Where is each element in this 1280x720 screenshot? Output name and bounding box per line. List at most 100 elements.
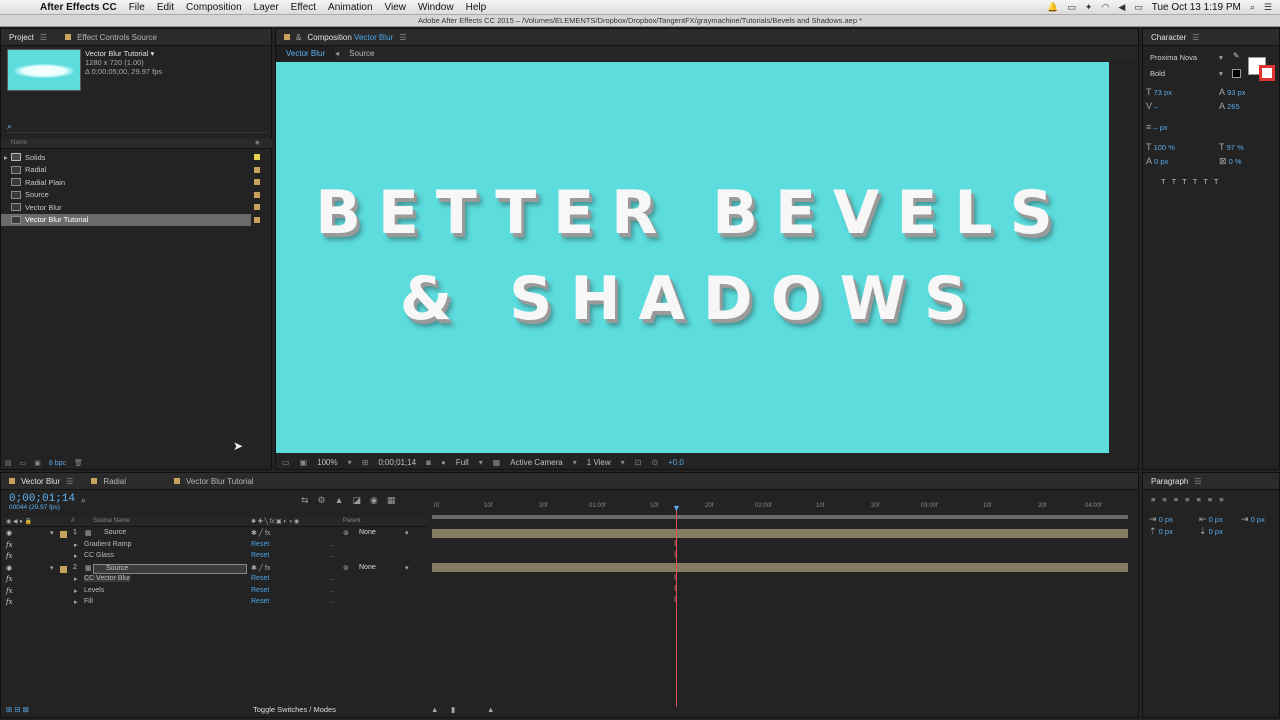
layer-name[interactable]: Source [104,529,126,536]
label-swatch[interactable] [254,166,260,173]
effect-options[interactable]: ... [329,541,335,548]
expand-triangle-icon[interactable]: ▾ [50,564,54,572]
fx-icon[interactable]: fx [6,541,13,549]
expand-triangle-icon[interactable]: ▸ [74,587,78,595]
effect-row-levels[interactable]: fx ▸ Levels Reset ... [1,587,429,599]
lock-icon[interactable]: & [296,33,301,42]
layer-switches[interactable]: ✱ ╱ fx [251,529,270,537]
layer-row-2[interactable]: ◉ ▾ 2 ▦ Source ✱ ╱ fx ⊚ None ▾ [1,563,429,576]
effect-name[interactable]: Levels [84,587,104,594]
col-parent[interactable]: Parent [343,518,361,524]
layer-switches[interactable]: ✱ ╱ fx [251,564,270,572]
crumb-vector-blur[interactable]: Vector Blur [276,46,336,60]
label-swatch[interactable] [254,216,260,223]
resolution-select[interactable]: Full [456,458,469,467]
fx-icon[interactable]: fx [6,552,13,560]
new-comp-icon[interactable]: ▣ [34,459,41,467]
tab-timeline-vector-blur-tutorial[interactable]: Vector Blur Tutorial [166,473,264,489]
layer-row-1[interactable]: ◉ ▾ 1 ▦ Source ✱ ╱ fx ⊚ None ▾ [1,529,429,541]
zoom-in-icon[interactable]: ▲ [487,705,494,714]
space-before-value[interactable]: 0 px [1159,527,1173,536]
tsume-value[interactable]: 0 % [1229,157,1242,166]
reset-link[interactable]: Reset [251,598,269,605]
chevron-down-icon[interactable]: ▾ [405,529,409,537]
trash-icon[interactable]: 🗑 [74,459,83,467]
stroke-width-value[interactable]: – px [1153,123,1167,132]
effect-options[interactable]: ... [329,552,335,559]
volume-icon[interactable]: ◀ [1118,2,1125,13]
effect-row-cc-vector-blur[interactable]: fx ▸ CC Vector Blur Reset ... [1,575,429,587]
label-swatch[interactable] [254,154,260,161]
project-item-radial-plain[interactable]: Radial Plain [1,176,260,189]
pickwhip-icon[interactable]: ⊚ [343,564,349,572]
battery-icon[interactable]: ▭ [1134,2,1143,13]
menu-file[interactable]: File [123,2,151,13]
chevron-down-icon[interactable]: ▾ [479,458,483,467]
project-search-input[interactable]: ⌕ [7,121,269,133]
expand-panes-icons[interactable]: ⊞ ⊟ ⊠ [6,705,29,714]
search-icon[interactable]: ⌕ [81,495,86,506]
effect-options[interactable]: ... [329,575,335,582]
tab-composition[interactable]: & Composition Vector Blur ☰ [276,29,416,45]
region-icon[interactable]: ▣ [300,458,308,467]
effect-row-cc-glass[interactable]: fx ▸ CC Glass Reset ... [1,552,429,564]
safe-zones-icon[interactable]: ⊞ [362,458,369,467]
zoom-out-icon[interactable]: ▲ [431,705,438,714]
reset-link[interactable]: Reset [251,541,269,548]
menu-layer[interactable]: Layer [248,2,285,13]
comp-viewer[interactable]: BETTER BEVELS & SHADOWS [276,62,1109,453]
parent-select[interactable]: None [359,564,376,571]
col-source-name[interactable]: Source Name [93,518,130,524]
label-swatch[interactable] [254,179,260,186]
spotlight-icon[interactable]: ⌕ [1250,2,1255,13]
camera-select[interactable]: Active Camera [510,458,562,467]
indent-right-value[interactable]: 0 px [1209,515,1223,524]
effect-options[interactable]: ... [329,598,335,605]
effect-name[interactable]: Fill [84,598,93,605]
exposure-value[interactable]: +0.0 [668,458,684,467]
visibility-eye-icon[interactable]: ◉ [6,564,12,572]
expand-triangle-icon[interactable]: ▸ [74,575,78,583]
menu-list-icon[interactable]: ☰ [1264,2,1272,13]
layer-name[interactable]: Source [93,563,247,574]
timeline-switches-icons[interactable]: ⇆⚙▲◪◉▦ [301,495,404,506]
reset-link[interactable]: Reset [251,587,269,594]
layer-bar-2[interactable] [432,563,1128,572]
fx-icon[interactable]: fx [6,598,13,606]
reset-link[interactable]: Reset [251,575,269,582]
exposure-reset-icon[interactable]: ⊙ [651,458,658,467]
selected-item-name[interactable]: Vector Blur Tutorial ▾ [85,49,162,58]
kerning-value[interactable]: – [1154,102,1158,111]
new-folder-icon[interactable]: ▭ [20,459,27,467]
project-item-source[interactable]: Source [1,189,260,202]
visibility-eye-icon[interactable]: ◉ [6,529,12,537]
horizontal-scale-value[interactable]: 97 % [1227,143,1244,152]
label-swatch[interactable] [254,191,260,198]
menu-effect[interactable]: Effect [285,2,322,13]
panel-menu-icon[interactable]: ☰ [399,33,406,42]
transparency-grid-icon[interactable]: ▦ [493,458,501,467]
project-item-vector-blur-tutorial[interactable]: Vector Blur Tutorial [1,213,260,226]
effect-name[interactable]: Gradient Ramp [84,541,131,548]
clock[interactable]: Tue Oct 13 1:19 PM [1152,2,1241,13]
label-column-icon[interactable]: ◈ [255,139,260,146]
current-time-indicator[interactable] [676,507,677,707]
menu-animation[interactable]: Animation [322,2,378,13]
fast-previews-icon[interactable]: ⊡ [635,458,642,467]
project-item-solids[interactable]: ▸ Solids [1,151,260,164]
fx-icon[interactable]: fx [6,575,13,583]
always-preview-icon[interactable]: ▭ [282,458,290,467]
eyedropper-icon[interactable]: ✎ [1233,51,1239,60]
color-channel-icon[interactable]: ● [441,458,446,467]
layer-bar-1[interactable] [432,529,1128,538]
fx-icon[interactable]: fx [6,587,13,595]
effect-row-gradient-ramp[interactable]: fx ▸ Gradient Ramp Reset ... [1,541,429,553]
indent-left-value[interactable]: 0 px [1159,515,1173,524]
menu-edit[interactable]: Edit [151,2,180,13]
menu-app[interactable]: After Effects CC [34,2,123,13]
panel-menu-icon[interactable]: ☰ [66,477,73,486]
font-size-value[interactable]: 73 px [1154,88,1172,97]
tab-paragraph[interactable]: Paragraph ☰ [1143,473,1212,489]
menu-composition[interactable]: Composition [180,2,248,13]
font-style-select[interactable]: Bold [1150,69,1165,78]
